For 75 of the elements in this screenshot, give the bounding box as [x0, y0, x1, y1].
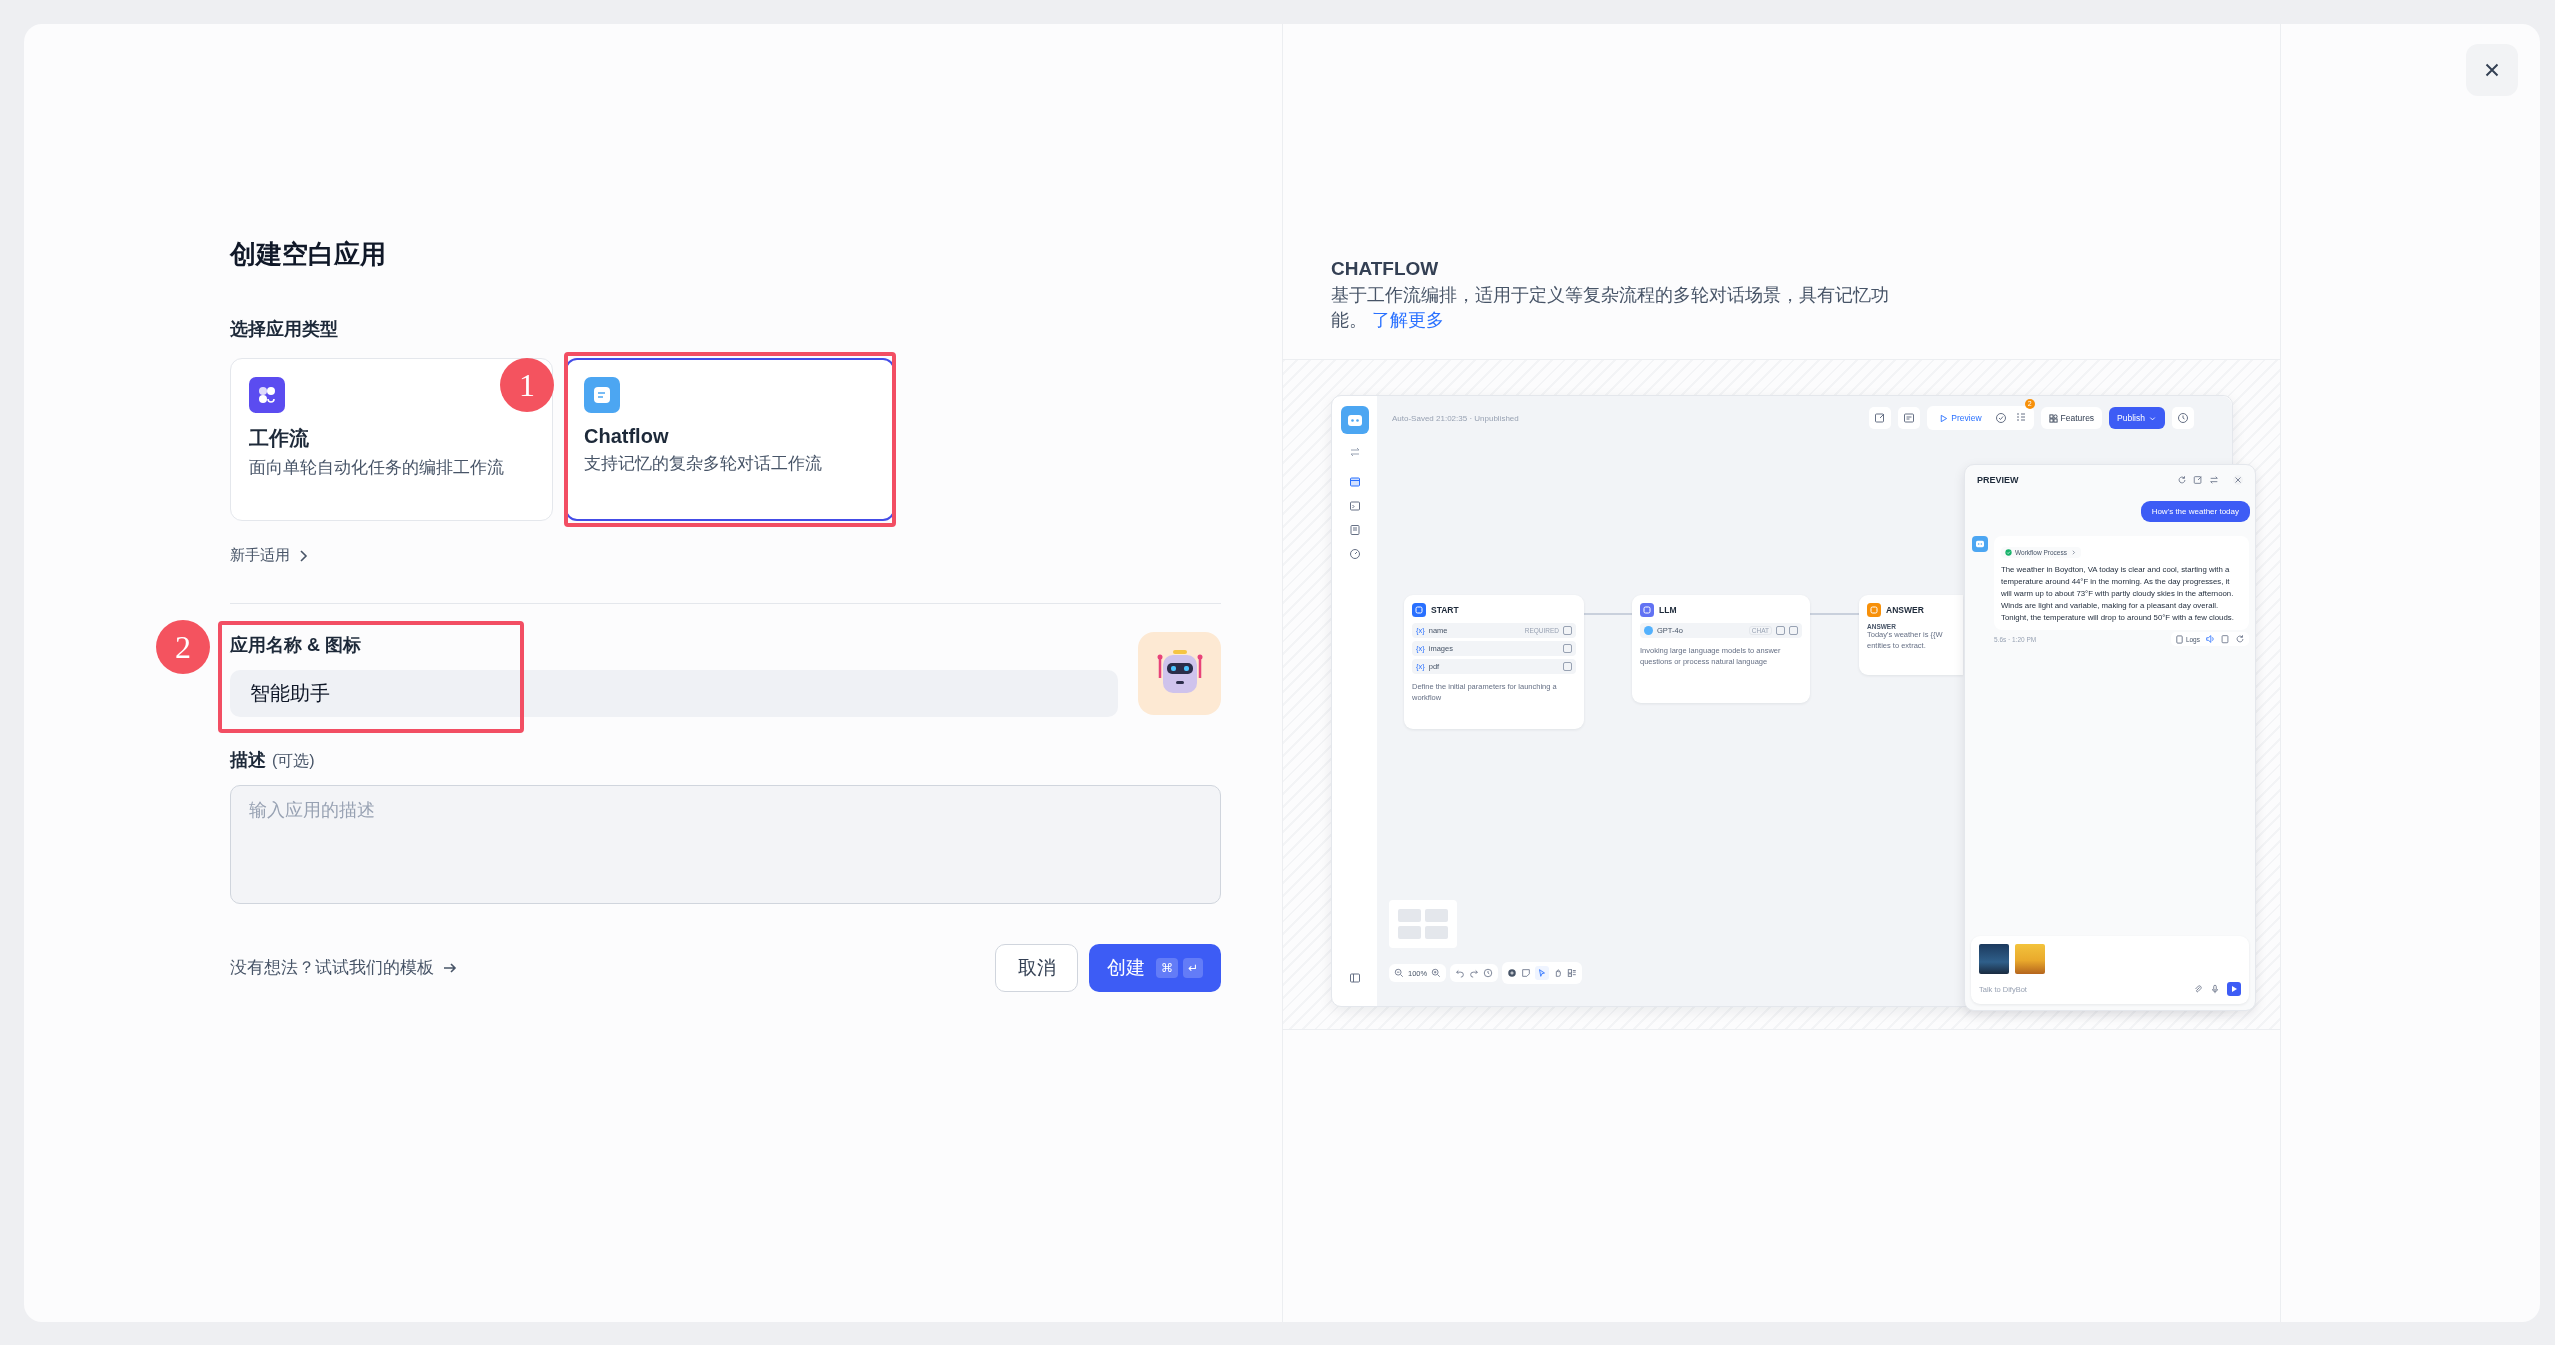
document-icon	[2174, 634, 2184, 644]
app-type-card[interactable]: Chatflow 支持记忆的复杂多轮对话工作流	[565, 358, 895, 521]
pointer-icon[interactable]	[1535, 966, 1550, 980]
workflow-icon	[249, 377, 285, 413]
app-type-name: 工作流	[249, 426, 310, 451]
undo-icon[interactable]	[1455, 968, 1466, 978]
play-icon	[1939, 413, 1949, 423]
arrow-right-icon	[442, 961, 458, 975]
sidebar-toggle-icon[interactable]	[1348, 972, 1361, 984]
app-type-description: 支持记忆的复杂多轮对话工作流	[584, 453, 823, 475]
create-button[interactable]: 创建 ⌘ ↵	[1089, 944, 1221, 992]
bot-icon	[1340, 406, 1369, 434]
document-icon[interactable]	[1348, 524, 1361, 536]
connector-line	[1584, 613, 1632, 615]
hand-icon[interactable]	[1553, 968, 1564, 978]
shortcut-key: ⌘	[1155, 958, 1178, 978]
minimap-drawing	[1389, 900, 1457, 948]
bot-icon	[1972, 536, 1988, 552]
photo-placeholder	[1979, 944, 2009, 974]
history-icon[interactable]	[1483, 968, 1494, 978]
close-icon[interactable]	[2233, 475, 2243, 485]
history-icon[interactable]	[2172, 407, 2194, 429]
user-message: How's the weather today	[2140, 501, 2250, 522]
window-icon[interactable]	[1348, 476, 1361, 488]
photo-placeholder	[2015, 944, 2045, 974]
publish-button[interactable]: Publish	[2109, 407, 2165, 429]
close-button[interactable]	[2466, 44, 2518, 96]
app-type-name: Chatflow	[584, 425, 670, 448]
paperclip-icon[interactable]	[2193, 984, 2203, 994]
dialog-title: 创建空白应用	[230, 238, 387, 270]
shortcut-key: ↵	[1182, 958, 1204, 978]
send-button[interactable]	[2227, 982, 2241, 996]
add-icon[interactable]	[1507, 968, 1518, 978]
swap-icon[interactable]	[1348, 446, 1361, 458]
connector-line	[1810, 613, 1859, 615]
redo-icon[interactable]	[1469, 968, 1480, 978]
send-icon	[2229, 984, 2239, 994]
beginner-link[interactable]: 新手适用	[230, 546, 308, 565]
swap-icon[interactable]	[2209, 475, 2219, 485]
save-status: Auto-Saved 21:02:35 · Unpublished	[1392, 413, 1519, 423]
field-label: 描述	[230, 749, 266, 771]
export-icon[interactable]	[2193, 475, 2203, 485]
node-title: ANSWER	[1886, 605, 1924, 615]
optional-hint: (可选)	[272, 751, 315, 771]
field-label: 应用名称 & 图标	[230, 634, 362, 656]
chevron-right-icon	[298, 548, 308, 563]
learn-more-link[interactable]: 了解更多	[1371, 310, 1444, 330]
description-input[interactable]: 输入应用的描述	[230, 785, 1221, 904]
terminal-icon[interactable]	[1348, 500, 1361, 512]
panel-title: PREVIEW	[1977, 475, 2020, 485]
clipboard-icon[interactable]	[2220, 634, 2230, 645]
zoom-out-icon[interactable]	[1394, 968, 1404, 978]
cancel-button[interactable]: 取消	[995, 944, 1078, 992]
refresh-icon[interactable]	[2235, 634, 2245, 645]
speaker-icon[interactable]	[2205, 634, 2215, 645]
annotation-marker: 2	[156, 620, 210, 674]
chat-bubble-icon	[584, 377, 620, 413]
grid-icon	[2048, 413, 2058, 423]
section-label: 选择应用类型	[230, 318, 339, 340]
zoom-in-icon[interactable]	[1431, 968, 1442, 978]
microphone-icon[interactable]	[2210, 984, 2220, 994]
check-circle-icon	[2005, 549, 2012, 556]
app-name-input[interactable]: 智能助手	[230, 670, 1118, 717]
node-title: LLM	[1659, 605, 1677, 615]
type-description: 基于工作流编排，适用于定义等复杂流程的多轮对话场景，具有记忆功能。 了解更多	[1331, 284, 1890, 332]
template-link[interactable]: 没有想法？试试我们的模板	[230, 957, 458, 979]
export-icon[interactable]	[1869, 407, 1892, 429]
app-type-description: 面向单轮自动化任务的编排工作流	[249, 457, 505, 479]
layout-icon[interactable]	[1567, 968, 1578, 978]
refresh-icon[interactable]	[2177, 475, 2187, 485]
type-heading: CHATFLOW	[1331, 257, 1440, 281]
gauge-icon[interactable]	[1348, 548, 1361, 560]
features-button[interactable]: Features	[2040, 407, 2103, 429]
node-title: START	[1431, 605, 1459, 615]
app-icon-picker[interactable]	[1138, 632, 1221, 715]
